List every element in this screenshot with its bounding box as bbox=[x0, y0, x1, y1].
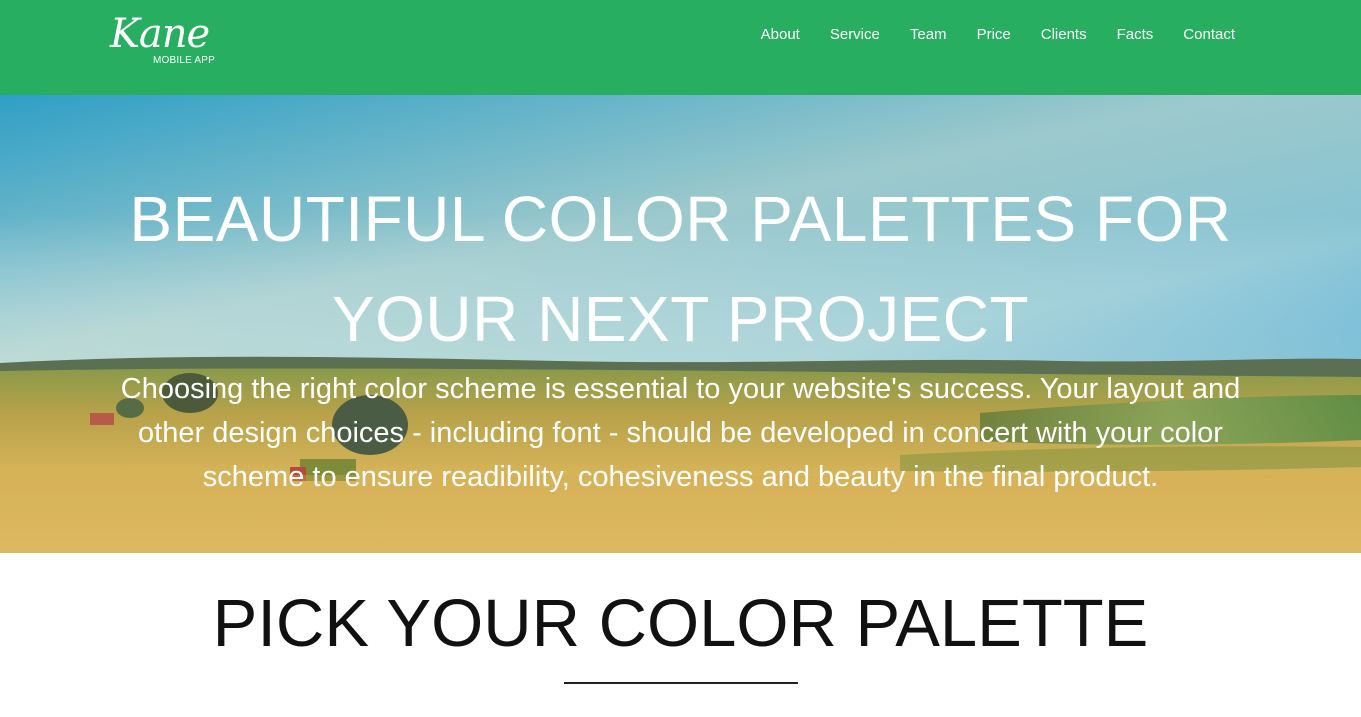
hero-description-line-2: other design choices - including font - … bbox=[138, 417, 1223, 449]
brand-name: Kane bbox=[110, 11, 210, 57]
section-title: PICK YOUR COLOR PALETTE bbox=[212, 586, 1149, 661]
nav-link-contact[interactable]: Contact bbox=[1183, 25, 1235, 45]
nav-link-service[interactable]: Service bbox=[830, 25, 880, 45]
hero-description: Choosing the right color scheme is essen… bbox=[95, 367, 1266, 499]
top-navbar: Kane MOBILE APP About Service Team Price… bbox=[0, 0, 1361, 95]
hero-title-line-2: YOUR NEXT PROJECT bbox=[331, 283, 1030, 355]
nav-link-about[interactable]: About bbox=[761, 25, 800, 45]
hero-title-line-1: BEAUTIFUL COLOR PALETTES FOR bbox=[129, 183, 1232, 255]
nav-link-facts[interactable]: Facts bbox=[1117, 25, 1154, 45]
nav-link-team[interactable]: Team bbox=[910, 25, 947, 45]
brand-logo[interactable]: Kane MOBILE APP bbox=[110, 10, 240, 72]
main-nav: About Service Team Price Clients Facts C… bbox=[761, 25, 1235, 45]
hero-title: BEAUTIFUL COLOR PALETTES FOR YOUR NEXT P… bbox=[80, 169, 1281, 369]
section-divider bbox=[564, 682, 798, 684]
brand-tagline: MOBILE APP bbox=[153, 55, 216, 66]
hero-description-line-1: Choosing the right color scheme is essen… bbox=[120, 373, 1241, 405]
hero-description-line-3: scheme to ensure readibility, cohesivene… bbox=[202, 461, 1159, 493]
nav-link-price[interactable]: Price bbox=[977, 25, 1011, 45]
nav-link-clients[interactable]: Clients bbox=[1041, 25, 1087, 45]
hero-section: BEAUTIFUL COLOR PALETTES FOR YOUR NEXT P… bbox=[0, 95, 1361, 553]
